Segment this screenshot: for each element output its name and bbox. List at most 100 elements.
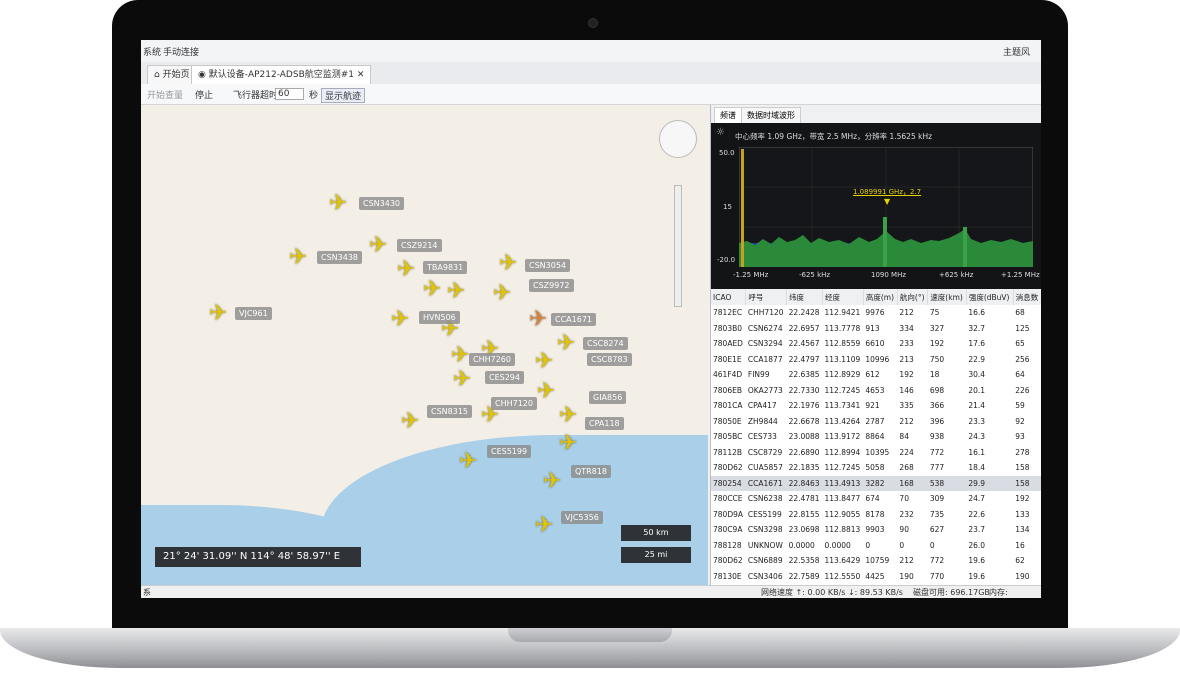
- menu-theme[interactable]: 主题风: [1003, 45, 1030, 58]
- network-speed: 网络速度 ↑: 0.00 KB/s ↓: 89.53 KB/s: [761, 588, 903, 597]
- table-row[interactable]: 7801CA CPA417 22.1976 113.7341 921 335 366 21.4…: [711, 398, 1041, 414]
- table-row[interactable]: 7812EC CHH7120 22.2428 112.9421 9976 212 75 16.…: [711, 305, 1041, 321]
- selected-plane-icon[interactable]: ✈: [529, 309, 547, 331]
- spectrum-chart[interactable]: ☼ 中心频率 1.09 GHz，带宽 2.5 MHz，分辨率 1.5625 kH…: [711, 123, 1041, 289]
- table-cell: 112.9421: [824, 308, 861, 318]
- table-row[interactable]: 780D62 CSN6889 22.5358 113.6429 10759 212 772 1…: [711, 553, 1041, 569]
- table-row[interactable]: 780254 CCA1671 22.8463 113.4913 3282 168 538 29…: [711, 475, 1041, 491]
- column-header[interactable]: 速度(km): [927, 289, 967, 305]
- flight-label[interactable]: CSN3438: [317, 251, 363, 264]
- table-row[interactable]: 7805BC CES733 23.0088 113.9172 8864 84 938 24.3…: [711, 429, 1041, 445]
- table-row[interactable]: 780E1E CCA1877 22.4797 113.1109 10996 213 750 2…: [711, 352, 1041, 368]
- table-cell: ZH9844: [747, 416, 778, 426]
- flight-label[interactable]: CES294: [485, 371, 524, 384]
- aircraft-table[interactable]: ICAO 呼号 纬度 经度 高度(m) 航向(°) 速度(km) 强度(dBuV) 消息数 78…: [711, 289, 1041, 585]
- flight-label[interactable]: CSN3430: [359, 197, 405, 210]
- table-cell: CSN3406: [747, 571, 783, 581]
- column-header[interactable]: 消息数: [1013, 289, 1041, 305]
- app-window: 系统 手动连接 主题风 ⌂ 开始页 ◉ 默认设备-AP212-ADSB航空监测#…: [141, 40, 1041, 598]
- column-header[interactable]: 强度(dBuV): [966, 289, 1014, 305]
- plane-icon[interactable]: ✈: [493, 283, 511, 305]
- plane-icon[interactable]: ✈: [329, 193, 347, 215]
- plane-icon[interactable]: ✈: [499, 253, 517, 275]
- map-view[interactable]: ✈ ✈ ✈ ✈ ✈ ✈ ✈ ✈ ✈ ✈ ✈ ✈ ✈ ✈ ✈ ✈ ✈ ✈ ✈ ✈ …: [141, 105, 708, 585]
- plane-icon[interactable]: ✈: [543, 471, 561, 493]
- flight-label[interactable]: CHH7260: [469, 353, 515, 366]
- tab-home[interactable]: ⌂ 开始页: [147, 65, 197, 84]
- table-cell: 19.6: [968, 556, 986, 566]
- flight-label[interactable]: VJC961: [235, 307, 272, 320]
- column-header[interactable]: ICAO: [711, 289, 747, 305]
- flight-label[interactable]: CES5199: [487, 445, 532, 458]
- table-cell: 10996: [865, 354, 890, 364]
- flight-label[interactable]: CHH7120: [491, 397, 537, 410]
- table-cell: 396: [929, 416, 945, 426]
- plane-icon[interactable]: ✈: [423, 279, 441, 301]
- flight-label[interactable]: CSZ9214: [397, 239, 442, 252]
- plane-icon[interactable]: ✈: [537, 381, 555, 403]
- table-cell: 788128: [713, 540, 742, 550]
- flight-label[interactable]: CPA118: [585, 417, 624, 430]
- column-header[interactable]: 呼号: [745, 289, 788, 305]
- flight-label[interactable]: VJC5356: [561, 511, 603, 524]
- flight-label[interactable]: CSZ9972: [529, 279, 574, 292]
- tab-device[interactable]: ◉ 默认设备-AP212-ADSB航空监测#1 ✕: [191, 65, 372, 84]
- table-row[interactable]: 78112B CSC8729 22.6890 112.8994 10395 224 772 1…: [711, 445, 1041, 461]
- plane-icon[interactable]: ✈: [209, 303, 227, 325]
- flight-label[interactable]: TBA9831: [423, 261, 468, 274]
- flight-label[interactable]: CSN8315: [427, 405, 473, 418]
- close-icon[interactable]: ✕: [354, 70, 365, 80]
- table-row[interactable]: 78130E CSN3406 22.7589 112.5550 4425 190 770 19…: [711, 569, 1041, 585]
- start-button[interactable]: 开始查量: [147, 88, 183, 101]
- column-header[interactable]: 航向(°): [897, 289, 929, 305]
- flight-label[interactable]: GIA856: [589, 391, 627, 404]
- plane-icon[interactable]: ✈: [459, 451, 477, 473]
- table-row[interactable]: 780C9A CSN3298 23.0698 112.8813 9903 90 627 23.…: [711, 522, 1041, 538]
- flight-label[interactable]: CSN3054: [525, 259, 571, 272]
- table-row[interactable]: 7806EB OKA2773 22.7330 112.7245 4653 146 698 20…: [711, 383, 1041, 399]
- table-row[interactable]: 780D9A CES5199 22.8155 112.9055 8178 232 735 22…: [711, 507, 1041, 523]
- table-cell: 232: [899, 509, 914, 519]
- table-row[interactable]: 780D62 CUA5857 22.1835 112.7245 5058 268 777 18…: [711, 460, 1041, 476]
- menu-manual-connect[interactable]: 手动连接: [163, 45, 199, 58]
- x-label: +625 kHz: [939, 271, 974, 279]
- timeout-input[interactable]: 60: [275, 88, 305, 100]
- plane-icon[interactable]: ✈: [559, 433, 577, 455]
- plane-icon[interactable]: ✈: [451, 345, 469, 367]
- table-row[interactable]: 780AED CSN3294 22.4567 112.8559 6610 233 192 17…: [711, 336, 1041, 352]
- pan-control[interactable]: [659, 120, 697, 158]
- table-row[interactable]: 7803B0 CSN6274 22.6957 113.7778 913 334 327 32.…: [711, 321, 1041, 337]
- tab-spectrum[interactable]: 频谱: [714, 107, 742, 123]
- plane-icon[interactable]: ✈: [453, 369, 471, 391]
- tab-time-wave[interactable]: 数据时域波形: [741, 107, 801, 123]
- plane-icon[interactable]: ✈: [535, 515, 553, 537]
- flight-label[interactable]: QTR818: [571, 465, 612, 478]
- stop-button[interactable]: 停止: [195, 88, 213, 101]
- column-header[interactable]: 经度: [822, 289, 864, 305]
- table-cell: CES5199: [747, 509, 782, 519]
- plane-icon[interactable]: ✈: [401, 411, 419, 433]
- table-row[interactable]: 461F4D FIN99 22.6385 112.8929 612 192 18 30.4 64: [711, 367, 1041, 383]
- plane-icon[interactable]: ✈: [369, 235, 387, 257]
- zoom-slider[interactable]: [674, 185, 682, 307]
- plane-icon[interactable]: ✈: [447, 281, 465, 303]
- flight-label[interactable]: CSC8783: [587, 353, 632, 366]
- flight-label[interactable]: HVN506: [419, 311, 460, 324]
- table-row[interactable]: 788128 UNKNOW 0.0000 0.0000 0 0 0 26.0 16: [711, 538, 1041, 554]
- table-cell: 78112B: [713, 447, 743, 457]
- plane-icon[interactable]: ✈: [391, 309, 409, 331]
- show-track-button[interactable]: 显示航迹: [321, 88, 366, 103]
- plane-icon[interactable]: ✈: [289, 247, 307, 269]
- table-row[interactable]: 78050E ZH9844 22.6678 113.4264 2787 212 396 23.…: [711, 414, 1041, 430]
- flight-label[interactable]: CCA1671: [551, 313, 597, 326]
- plane-icon[interactable]: ✈: [557, 333, 575, 355]
- plane-icon[interactable]: ✈: [535, 351, 553, 373]
- plane-icon[interactable]: ✈: [559, 405, 577, 427]
- table-row[interactable]: 780CCE CSN6238 22.4781 113.8477 674 70 309 24.7…: [711, 491, 1041, 507]
- plane-icon[interactable]: ✈: [397, 259, 415, 281]
- column-header[interactable]: 高度(m): [863, 289, 898, 305]
- menu-system[interactable]: 系统: [143, 45, 161, 58]
- settings-icon[interactable]: ☼: [716, 127, 725, 138]
- flight-label[interactable]: CSC8274: [583, 337, 628, 350]
- column-header[interactable]: 纬度: [786, 289, 824, 305]
